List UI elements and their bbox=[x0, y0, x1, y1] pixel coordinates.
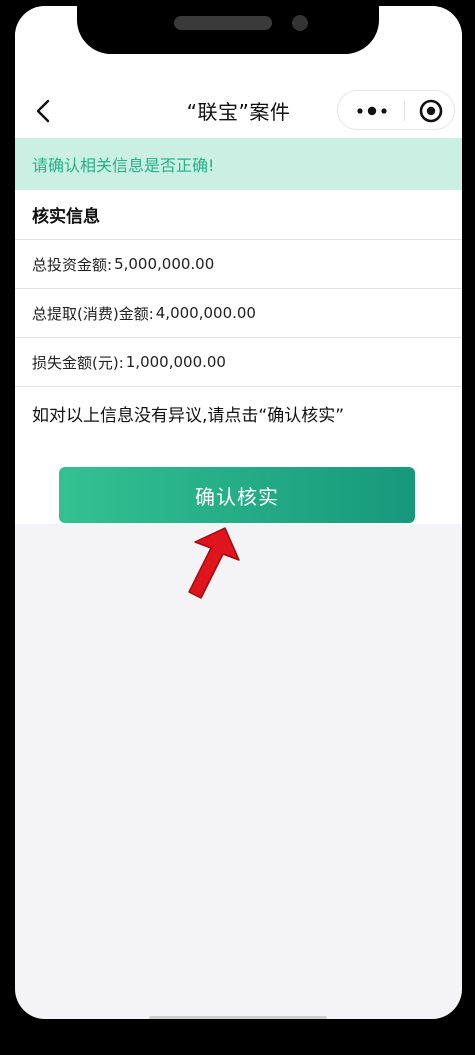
divider bbox=[15, 386, 462, 387]
target-icon[interactable] bbox=[418, 98, 444, 124]
row-value: 1,000,000.00 bbox=[125, 353, 226, 371]
capsule-divider bbox=[404, 101, 405, 121]
row-label: 总提取(消费)金额: bbox=[32, 304, 154, 323]
info-row-loss: 损失金额(元): 1,000,000.00 bbox=[15, 337, 462, 386]
speaker-grille bbox=[174, 16, 272, 30]
mini-program-capsule bbox=[337, 90, 455, 130]
nav-bar: “联宝”案件 bbox=[15, 84, 462, 138]
info-row-investment: 总投资金额: 5,000,000.00 bbox=[15, 239, 462, 288]
row-value: 5,000,000.00 bbox=[114, 255, 215, 273]
home-indicator bbox=[149, 1016, 327, 1019]
row-value: 4,000,000.00 bbox=[155, 304, 256, 322]
red-arrow-icon bbox=[188, 527, 240, 599]
more-dots-icon[interactable] bbox=[352, 101, 392, 121]
info-row-withdrawal: 总提取(消费)金额: 4,000,000.00 bbox=[15, 288, 462, 337]
phone-screen: “联宝”案件 请确认相关信息是否正确! 核实信息 总投资金额: 5,000,00… bbox=[15, 6, 462, 1019]
notice-banner: 请确认相关信息是否正确! bbox=[15, 138, 462, 190]
row-label: 总投资金额: bbox=[32, 255, 113, 274]
camera-icon bbox=[292, 15, 308, 31]
section-title: 核实信息 bbox=[32, 207, 100, 227]
phone-notch bbox=[77, 6, 379, 54]
row-label: 损失金额(元): bbox=[32, 353, 124, 372]
instruction-text: 如对以上信息没有异议,请点击“确认核实” bbox=[32, 406, 345, 426]
